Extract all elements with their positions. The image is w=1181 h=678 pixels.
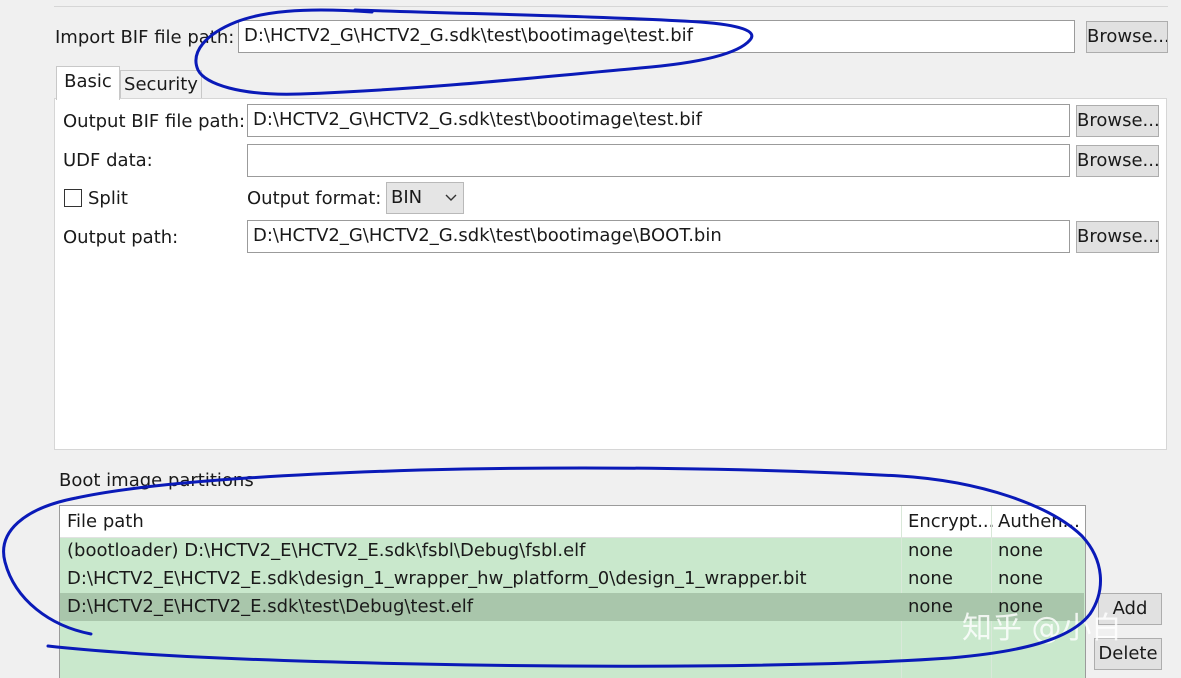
chevron-down-icon xyxy=(445,194,457,201)
udf-data-input[interactable] xyxy=(247,144,1070,177)
output-format-label: Output format: xyxy=(247,188,382,209)
split-label: Split xyxy=(88,188,128,209)
output-format-value: BIN xyxy=(391,187,423,208)
output-path-input[interactable]: D:\HCTV2_G\HCTV2_G.sdk\test\bootimage\BO… xyxy=(247,220,1070,253)
partition-path: (bootloader) D:\HCTV2_E\HCTV2_E.sdk\fsbl… xyxy=(67,540,586,561)
output-bif-browse-button[interactable]: Browse... xyxy=(1076,105,1159,137)
partition-authentication: none xyxy=(998,540,1043,561)
output-path-label: Output path: xyxy=(63,227,179,248)
column-header-authentication[interactable]: Authen... xyxy=(998,506,1080,537)
partition-row[interactable]: (bootloader) D:\HCTV2_E\HCTV2_E.sdk\fsbl… xyxy=(60,537,1084,565)
split-checkbox[interactable] xyxy=(64,189,82,207)
partitions-title: Boot image partitions xyxy=(59,470,254,491)
column-header-file-path[interactable]: File path xyxy=(67,506,144,537)
output-bif-input[interactable]: D:\HCTV2_G\HCTV2_G.sdk\test\bootimage\te… xyxy=(247,104,1070,137)
partition-encryption: none xyxy=(908,596,953,617)
partition-authentication: none xyxy=(998,568,1043,589)
partitions-table-header: File path Encrypt... Authen... xyxy=(60,506,1085,538)
import-bif-input[interactable]: D:\HCTV2_G\HCTV2_G.sdk\test\bootimage\te… xyxy=(238,20,1075,53)
output-format-select[interactable]: BIN xyxy=(386,182,464,214)
watermark-text: 知乎 @小白 xyxy=(962,611,1122,646)
top-cut-strip xyxy=(54,0,1168,7)
partition-path: D:\HCTV2_E\HCTV2_E.sdk\test\Debug\test.e… xyxy=(67,596,474,617)
output-bif-label: Output BIF file path: xyxy=(63,111,246,132)
udf-data-label: UDF data: xyxy=(63,150,153,171)
partition-row-selected[interactable]: D:\HCTV2_E\HCTV2_E.sdk\test\Debug\test.e… xyxy=(60,593,1084,621)
tab-basic[interactable]: Basic xyxy=(56,66,120,100)
partition-encryption: none xyxy=(908,540,953,561)
tab-security[interactable]: Security xyxy=(120,70,202,98)
partition-row[interactable]: D:\HCTV2_E\HCTV2_E.sdk\design_1_wrapper_… xyxy=(60,565,1084,593)
partition-encryption: none xyxy=(908,568,953,589)
import-bif-label: Import BIF file path: xyxy=(55,27,235,48)
udf-data-browse-button[interactable]: Browse... xyxy=(1076,145,1159,177)
output-path-browse-button[interactable]: Browse... xyxy=(1076,221,1159,253)
column-header-encryption[interactable]: Encrypt... xyxy=(908,506,994,537)
import-bif-browse-button[interactable]: Browse... xyxy=(1086,21,1168,53)
partitions-table[interactable]: File path Encrypt... Authen... (bootload… xyxy=(59,505,1086,678)
partition-path: D:\HCTV2_E\HCTV2_E.sdk\design_1_wrapper_… xyxy=(67,568,807,589)
